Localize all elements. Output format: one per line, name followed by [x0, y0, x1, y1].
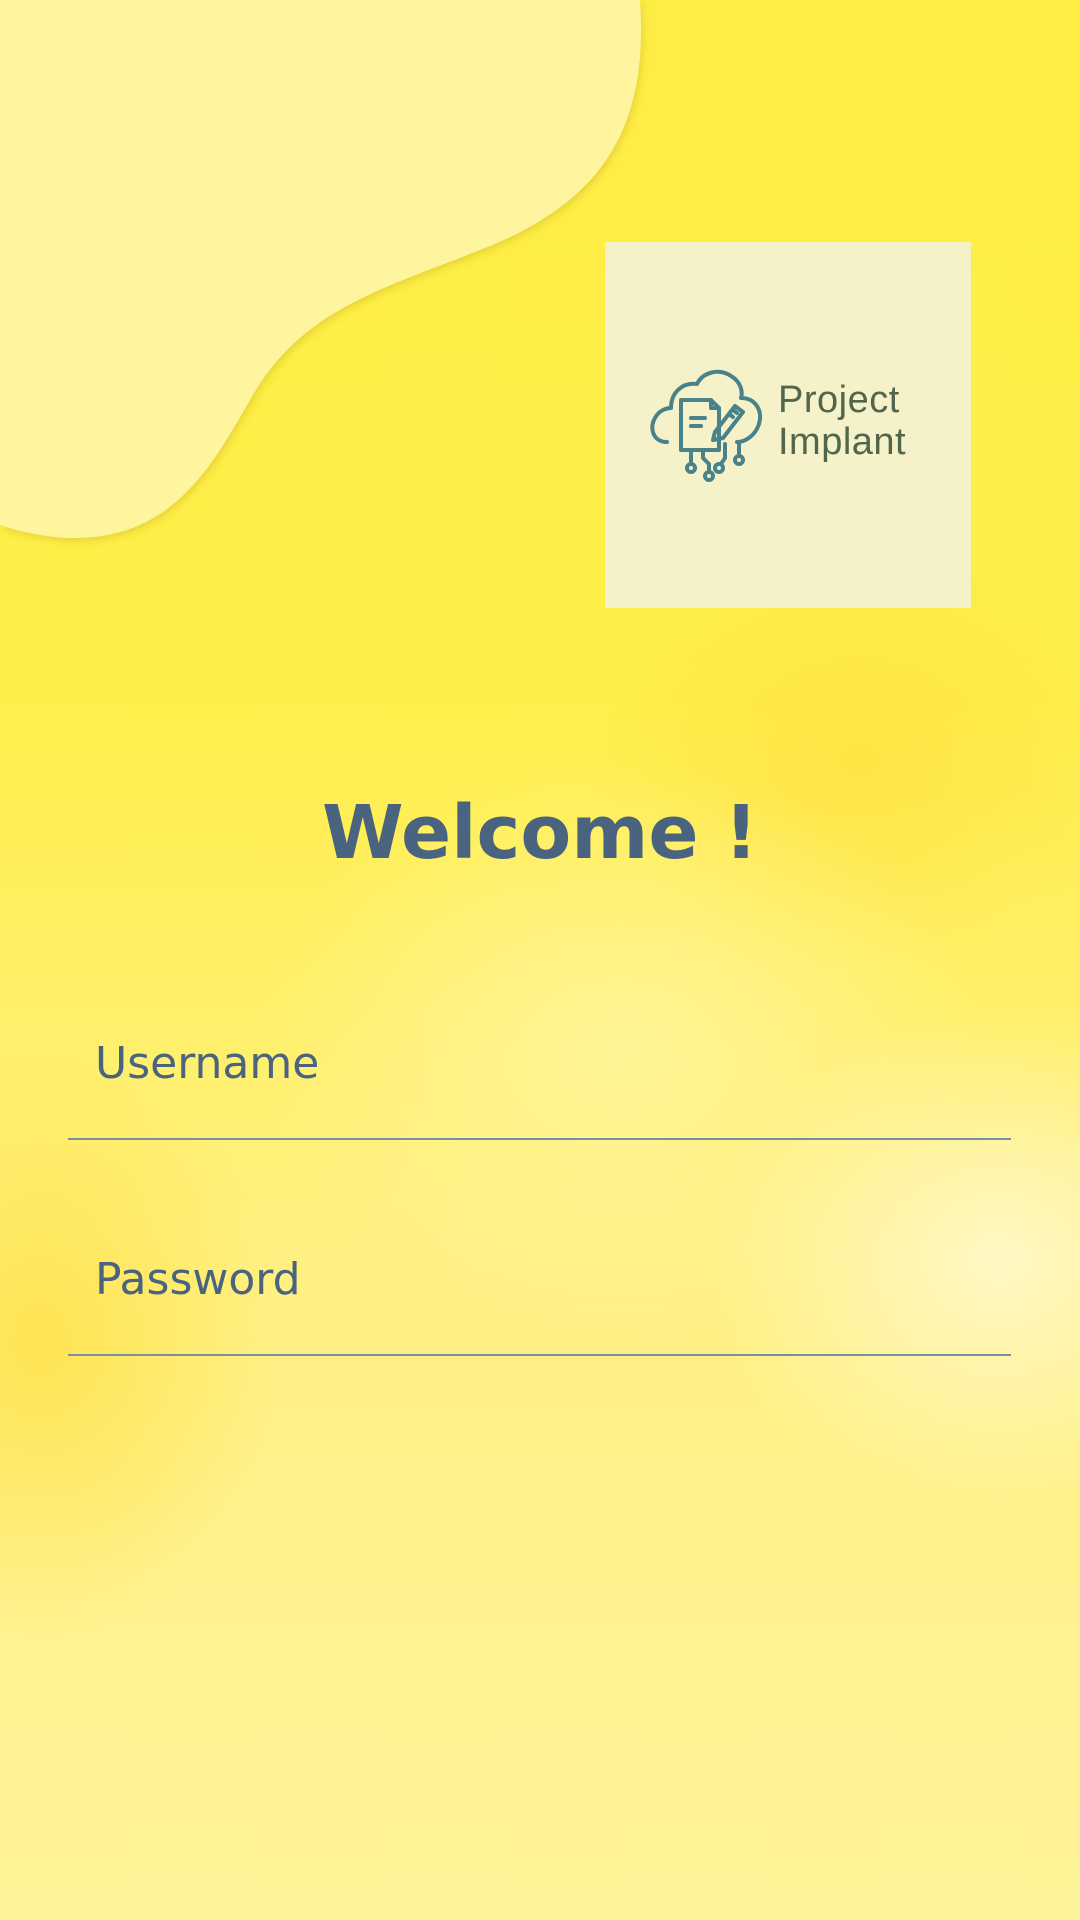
- username-input[interactable]: [95, 1038, 975, 1089]
- logo-text-line1: Project: [778, 379, 900, 421]
- password-underline: [68, 1354, 1011, 1356]
- username-underline: [68, 1138, 1011, 1140]
- username-field: [68, 1030, 1011, 1140]
- decorative-blob: [0, 0, 642, 539]
- welcome-heading: Welcome !: [321, 790, 759, 876]
- logo-card: Project Implant: [605, 242, 971, 608]
- password-field: [68, 1246, 1011, 1356]
- password-input[interactable]: [95, 1254, 975, 1305]
- logo-text-line2: Implant: [778, 421, 907, 463]
- cloud-document-circuit-icon: [650, 369, 762, 482]
- logo-text: Project Implant: [778, 379, 906, 463]
